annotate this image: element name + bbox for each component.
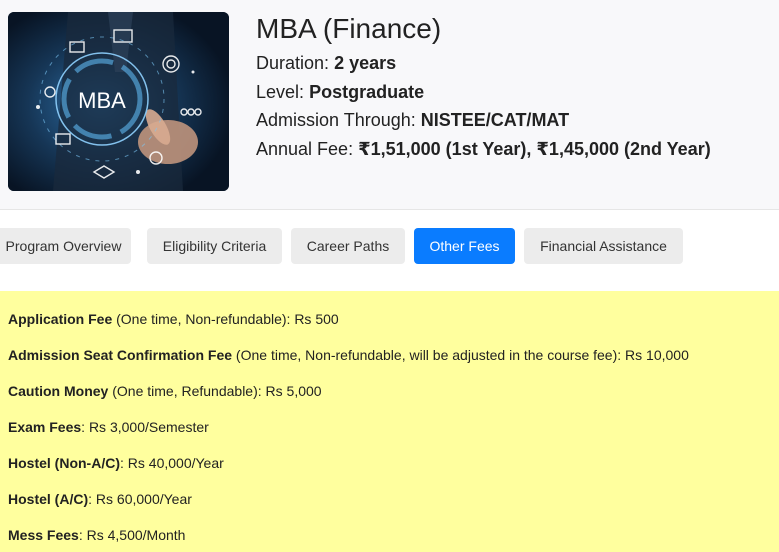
fee-name: Hostel (A/C) <box>8 491 89 507</box>
fee-detail: : Rs 3,000/Semester <box>81 419 209 435</box>
admission-value: NISTEE/CAT/MAT <box>420 110 570 130</box>
fee-detail: (One time, Non-refundable): Rs 500 <box>112 311 339 327</box>
duration-label: Duration: <box>256 53 330 73</box>
fee-detail: : Rs 4,500/Month <box>78 527 186 543</box>
admission-line: Admission Through: NISTEE/CAT/MAT <box>256 106 711 135</box>
program-header: MBA MBA (Finance) Duration: 2 years Leve… <box>0 0 779 210</box>
fee-row: Mess Fees: Rs 4,500/Month <box>8 527 185 543</box>
other-fees-panel: Application Fee (One time, Non-refundabl… <box>0 291 779 552</box>
mba-graphic-text: MBA <box>78 88 126 113</box>
fee-row: Application Fee (One time, Non-refundabl… <box>8 311 339 327</box>
tab-eligibility-criteria[interactable]: Eligibility Criteria <box>147 228 282 264</box>
program-image: MBA <box>8 12 229 191</box>
level-line: Level: Postgraduate <box>256 78 711 107</box>
program-info: MBA (Finance) Duration: 2 years Level: P… <box>256 12 711 163</box>
fee-name: Hostel (Non-A/C) <box>8 455 120 471</box>
level-label: Level: <box>256 81 305 102</box>
fee-name: Caution Money <box>8 383 109 399</box>
annual-fee-label: Annual Fee: <box>256 138 354 159</box>
fee-name: Mess Fees <box>8 527 79 543</box>
fee-row: Hostel (Non-A/C): Rs 40,000/Year <box>8 455 224 471</box>
fee-row: Admission Seat Confirmation Fee (One tim… <box>8 347 689 363</box>
tab-career-paths[interactable]: Career Paths <box>291 228 405 264</box>
fee-row: Caution Money (One time, Refundable): Rs… <box>8 383 322 399</box>
fee-name: Application Fee <box>8 311 113 327</box>
annual-fee-line: Annual Fee: ₹1,51,000 (1st Year), ₹1,45,… <box>256 135 711 164</box>
tab-other-fees[interactable]: Other Fees <box>414 228 515 264</box>
fee-detail: (One time, Refundable): Rs 5,000 <box>108 383 322 399</box>
tab-bar: Program Overview Eligibility Criteria Ca… <box>0 228 779 264</box>
duration-value: 2 years <box>334 53 397 73</box>
fee-row: Hostel (A/C): Rs 60,000/Year <box>8 491 192 507</box>
admission-label: Admission Through: <box>256 110 416 130</box>
fee-name: Admission Seat Confirmation Fee <box>8 347 233 363</box>
annual-fee-value: ₹1,51,000 (1st Year), ₹1,45,000 (2nd Yea… <box>358 138 711 159</box>
level-value: Postgraduate <box>309 81 425 102</box>
fee-detail: : Rs 60,000/Year <box>88 491 192 507</box>
fee-row: Exam Fees: Rs 3,000/Semester <box>8 419 209 435</box>
fee-detail: (One time, Non-refundable, will be adjus… <box>232 347 689 363</box>
tab-program-overview[interactable]: Program Overview <box>0 228 131 264</box>
fee-detail: : Rs 40,000/Year <box>120 455 224 471</box>
program-title: MBA (Finance) <box>256 13 442 44</box>
duration-line: Duration: 2 years <box>256 49 711 78</box>
tab-financial-assistance[interactable]: Financial Assistance <box>524 228 683 264</box>
fee-name: Exam Fees <box>8 419 82 435</box>
